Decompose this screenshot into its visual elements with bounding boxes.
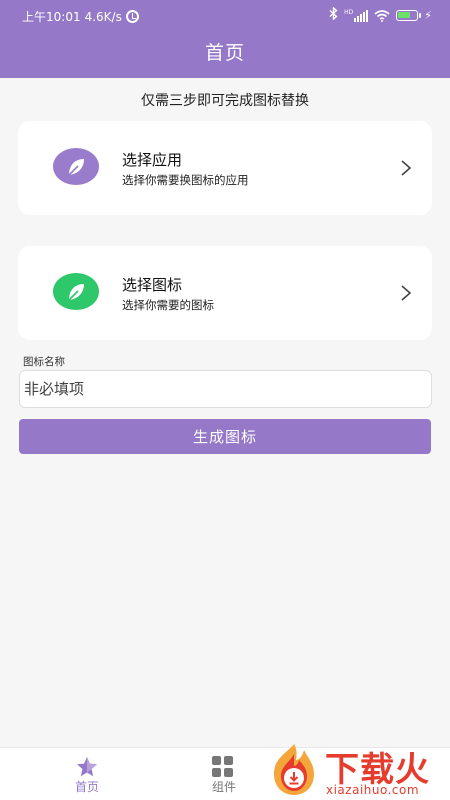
nav-item-widgets[interactable]: 组件: [184, 748, 264, 800]
leaf-icon: [53, 148, 99, 185]
watermark-logo: 下载火 xiazaihuo.com: [262, 738, 450, 800]
watermark-url: xiazaihuo.com: [326, 783, 420, 797]
nav-label-widgets: 组件: [211, 780, 236, 794]
card-subtitle: 选择你需要的图标: [122, 298, 214, 312]
status-bar: 上午10:01 4.6K/s HD ⚡: [0, 0, 450, 32]
flame-icon: [274, 744, 314, 795]
app-header: 上午10:01 4.6K/s HD ⚡ 首页: [0, 0, 450, 78]
wifi-icon: [374, 9, 390, 22]
generate-icon-button[interactable]: 生成图标: [19, 419, 431, 454]
leaf-icon: [53, 273, 99, 310]
instruction-text: 仅需三步即可完成图标替换: [141, 93, 309, 109]
select-app-card[interactable]: 选择应用 选择你需要换图标的应用: [18, 121, 432, 215]
network-type: HD: [344, 8, 354, 16]
card-title: 选择图标: [122, 276, 183, 294]
status-time: 上午10:01: [22, 10, 81, 24]
charging-icon: ⚡: [424, 9, 432, 22]
nav-label-home: 首页: [74, 780, 99, 794]
signal-icon: HD: [344, 8, 369, 22]
battery-icon: [396, 10, 422, 21]
card-subtitle: 选择你需要换图标的应用: [122, 173, 249, 187]
select-icon-card[interactable]: 选择图标 选择你需要的图标: [18, 246, 432, 340]
bluetooth-icon: [329, 6, 338, 24]
star-icon: [77, 757, 97, 777]
chevron-right-icon: [401, 285, 412, 301]
alarm-icon: [125, 10, 139, 23]
card-title: 选择应用: [122, 151, 183, 169]
icon-name-input[interactable]: [19, 370, 432, 408]
icon-name-label: 图标名称: [23, 356, 65, 368]
page-title: 首页: [204, 42, 245, 64]
status-speed: 4.6K/s: [84, 9, 122, 24]
nav-item-home[interactable]: 首页: [47, 748, 127, 800]
grid-icon: [212, 756, 236, 777]
chevron-right-icon: [401, 160, 412, 176]
